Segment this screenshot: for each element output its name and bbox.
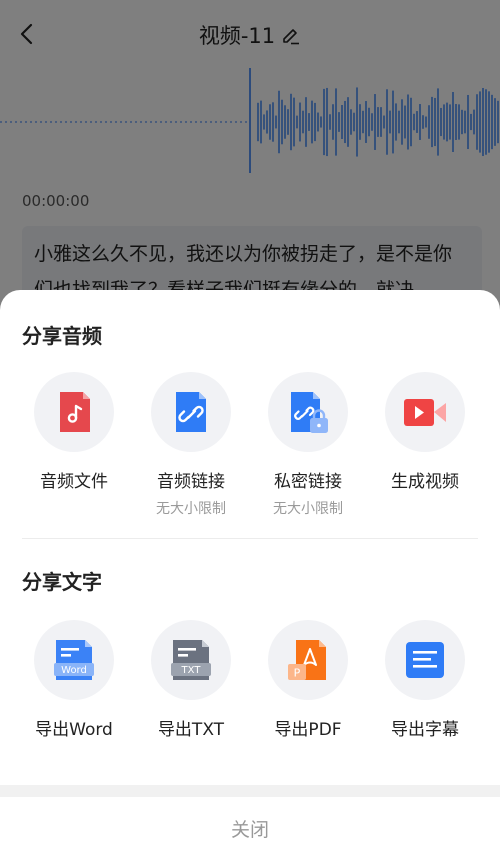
svg-text:Word: Word — [61, 665, 87, 676]
share-bottom-sheet: 分享音频 音频文件 音频链接 无大小限制 私密链接 无大小限制 生成视频 分享文… — [0, 290, 500, 863]
subtitle-icon — [406, 642, 444, 678]
txt-icon: TXT — [171, 640, 211, 680]
option-label: 私密链接 — [274, 472, 342, 492]
option-export-word[interactable]: Word 导出Word — [16, 620, 132, 740]
option-label: 导出TXT — [157, 720, 225, 740]
link-file-icon — [176, 392, 206, 432]
svg-text:P: P — [294, 667, 301, 680]
option-sublabel: 无大小限制 — [273, 501, 343, 517]
option-export-txt[interactable]: TXT 导出TXT — [133, 620, 249, 740]
option-export-pdf[interactable]: P 导出PDF — [250, 620, 366, 740]
close-button[interactable]: 关闭 — [0, 797, 500, 863]
svg-text:TXT: TXT — [181, 665, 202, 676]
option-label: 音频链接 — [157, 472, 225, 492]
option-label: 导出PDF — [274, 720, 342, 740]
option-audio-file[interactable]: 音频文件 — [16, 372, 132, 492]
option-generate-video[interactable]: 生成视频 — [367, 372, 483, 492]
option-private-link[interactable]: 私密链接 无大小限制 — [250, 372, 366, 518]
section-divider — [22, 538, 478, 539]
share-text-options: Word 导出Word TXT 导出TXT P 导出PDF 导出字幕 — [0, 620, 500, 770]
private-link-icon — [291, 392, 328, 433]
share-text-title: 分享文字 — [22, 570, 102, 594]
word-icon: Word — [54, 640, 94, 680]
option-audio-link[interactable]: 音频链接 无大小限制 — [133, 372, 249, 518]
audio-file-icon — [60, 392, 90, 432]
pdf-icon: P — [288, 640, 326, 680]
sheet-separator-band — [0, 785, 500, 797]
video-icon — [404, 399, 446, 426]
option-label: 导出字幕 — [391, 720, 459, 740]
option-label: 生成视频 — [391, 472, 459, 492]
share-audio-options: 音频文件 音频链接 无大小限制 私密链接 无大小限制 生成视频 — [0, 372, 500, 522]
option-label: 音频文件 — [40, 472, 108, 492]
option-sublabel: 无大小限制 — [156, 501, 226, 517]
share-audio-title: 分享音频 — [22, 324, 102, 348]
option-label: 导出Word — [35, 720, 113, 740]
option-export-subtitles[interactable]: 导出字幕 — [367, 620, 483, 740]
